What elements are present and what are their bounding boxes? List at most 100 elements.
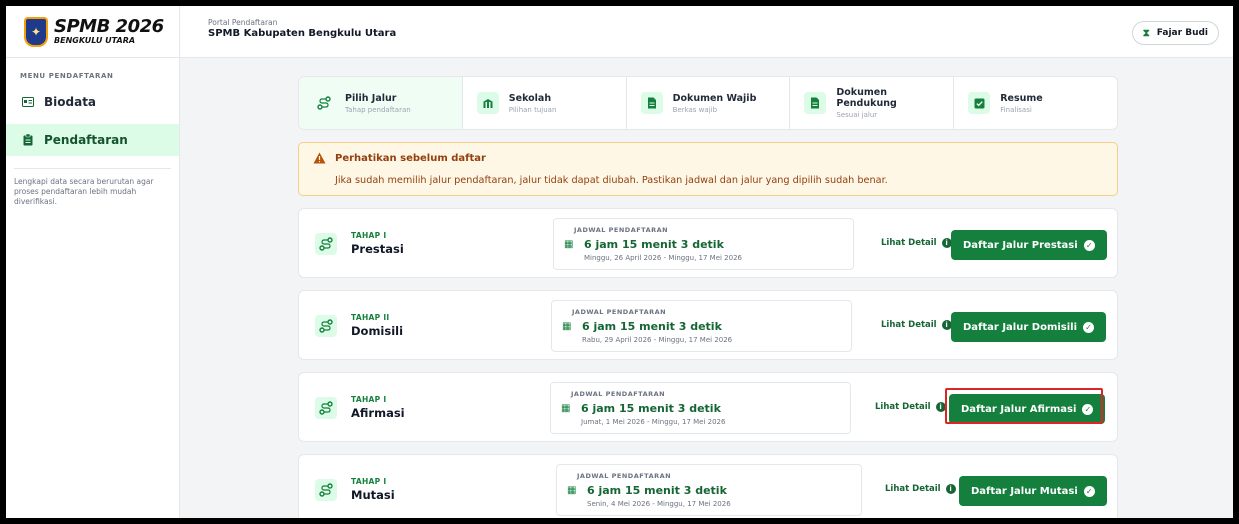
step-pilih-jalur[interactable]: Pilih Jalur Tahap pendaftaran <box>299 77 463 129</box>
route-name: Afirmasi <box>351 406 405 420</box>
daftar-jalur-mutasi-button[interactable]: Daftar Jalur Mutasi ✓ <box>959 476 1107 506</box>
step-dokumen-wajib[interactable]: Dokumen Wajib Berkas wajib <box>627 77 791 129</box>
sidebar-note: Lengkapi data secara berurutan agar pros… <box>14 177 154 206</box>
countdown: 6 jam 15 menit 3 detik <box>581 402 721 415</box>
route-name: Mutasi <box>351 488 395 502</box>
step-subtitle: Sesuai jalur <box>836 111 878 119</box>
info-icon: i <box>945 484 956 494</box>
step-subtitle: Berkas wajib <box>672 105 718 114</box>
route-stage: TAHAP I <box>351 231 387 240</box>
step-title: Sekolah <box>508 92 552 104</box>
brand-subtitle: BENGKULU UTARA <box>54 36 136 45</box>
lihat-detail-link[interactable]: Lihat Detail i <box>881 320 952 330</box>
route-stage: TAHAP II <box>351 313 390 322</box>
emblem-icon: ✦ <box>24 16 48 47</box>
schedule-box: JADWAL PENDAFTARAN ▦ 6 jam 15 menit 3 de… <box>556 464 862 516</box>
button-label: Daftar Jalur Mutasi <box>971 485 1078 497</box>
route-stage: TAHAP I <box>351 395 387 404</box>
schedule-dates: Rabu, 29 April 2026 - Minggu, 17 Mei 202… <box>582 336 733 344</box>
selection-highlight <box>945 388 1103 424</box>
schedule-label: JADWAL PENDAFTARAN <box>572 308 667 316</box>
route-card-prestasi: TAHAP I Prestasi JADWAL PENDAFTARAN ▦ 6 … <box>298 208 1118 278</box>
schedule-box: JADWAL PENDAFTARAN ▦ 6 jam 15 menit 3 de… <box>550 382 851 434</box>
calendar-icon: ▦ <box>562 321 572 332</box>
id-card-icon <box>22 96 34 108</box>
step-resume[interactable]: Resume Finalisasi <box>954 77 1117 129</box>
warning-title: Perhatikan sebelum daftar <box>335 153 486 164</box>
schedule-label: JADWAL PENDAFTARAN <box>574 226 669 234</box>
brand-logo[interactable]: ✦ SPMB 2026 BENGKULU UTARA <box>6 6 179 58</box>
schedule-dates: Senin, 4 Mei 2026 - Minggu, 17 Mei 2026 <box>587 500 731 508</box>
page-title: SPMB Kabupaten Bengkulu Utara <box>208 28 397 39</box>
button-label: Daftar Jalur Prestasi <box>963 239 1078 251</box>
route-name: Prestasi <box>351 242 404 256</box>
route-icon <box>315 315 337 337</box>
step-subtitle: Finalisasi <box>1000 105 1032 114</box>
sidebar: ✦ SPMB 2026 BENGKULU UTARA MENU PENDAFTA… <box>6 6 180 518</box>
countdown: 6 jam 15 menit 3 detik <box>587 484 727 497</box>
warning-triangle-icon <box>313 152 326 168</box>
sidebar-item-pendaftaran[interactable]: Pendaftaran <box>6 124 179 156</box>
check-circle-icon: ✓ <box>1083 321 1095 333</box>
schedule-dates: Minggu, 26 April 2026 - Minggu, 17 Mei 2… <box>584 254 742 262</box>
warning-text: Jika sudah memilih jalur pendaftaran, ja… <box>335 175 888 186</box>
schedule-label: JADWAL PENDAFTARAN <box>571 390 666 398</box>
sidebar-item-label: Biodata <box>44 95 97 109</box>
hourglass-icon: ⧗ <box>1142 27 1150 39</box>
step-subtitle: Tahap pendaftaran <box>345 105 411 114</box>
top-bar: Portal Pendaftaran SPMB Kabupaten Bengku… <box>180 6 1233 58</box>
step-subtitle: Pilihan tujuan <box>508 105 557 114</box>
calendar-icon: ▦ <box>561 403 571 414</box>
document-icon <box>804 92 827 114</box>
step-title: Pilih Jalur <box>345 92 397 104</box>
lihat-detail-link[interactable]: Lihat Detail i <box>881 238 952 248</box>
step-title: Dokumen Wajib <box>672 92 757 104</box>
brand-title: SPMB 2026 <box>54 16 164 37</box>
step-title: Dokumen Pendukung <box>836 87 897 109</box>
sidebar-item-biodata[interactable]: Biodata <box>6 86 179 118</box>
step-dokumen-pendukung[interactable]: Dokumen Pendukung Sesuai jalur <box>790 77 955 129</box>
schedule-label: JADWAL PENDAFTARAN <box>577 472 672 480</box>
school-icon <box>476 92 499 114</box>
route-card-domisili: TAHAP II Domisili JADWAL PENDAFTARAN ▦ 6… <box>298 290 1118 360</box>
detail-label: Lihat Detail <box>881 238 937 248</box>
check-circle-icon: ✓ <box>1083 485 1095 497</box>
warning-alert: Perhatikan sebelum daftar Jika sudah mem… <box>298 142 1118 196</box>
lihat-detail-link[interactable]: Lihat Detail i <box>875 402 946 412</box>
route-icon <box>315 233 337 255</box>
calendar-icon: ▦ <box>564 239 574 250</box>
calendar-icon: ▦ <box>567 485 577 496</box>
detail-label: Lihat Detail <box>881 320 937 330</box>
check-circle-icon: ✓ <box>1083 239 1095 251</box>
sidebar-item-label: Pendaftaran <box>44 133 128 147</box>
schedule-box: JADWAL PENDAFTARAN ▦ 6 jam 15 menit 3 de… <box>551 300 852 352</box>
check-square-icon <box>968 92 991 114</box>
schedule-dates: Jumat, 1 Mei 2026 - Minggu, 17 Mei 2026 <box>581 418 726 426</box>
route-card-mutasi: TAHAP I Mutasi JADWAL PENDAFTARAN ▦ 6 ja… <box>298 454 1118 518</box>
menu-heading: MENU PENDAFTARAN <box>20 72 114 80</box>
route-icon <box>315 397 337 419</box>
schedule-box: JADWAL PENDAFTARAN ▦ 6 jam 15 menit 3 de… <box>553 218 854 270</box>
daftar-jalur-prestasi-button[interactable]: Daftar Jalur Prestasi ✓ <box>951 230 1107 260</box>
registration-stepper: Pilih Jalur Tahap pendaftaran Sekolah Pi… <box>298 76 1118 130</box>
step-sekolah[interactable]: Sekolah Pilihan tujuan <box>463 77 627 129</box>
route-icon <box>315 479 337 501</box>
step-title: Resume <box>1000 92 1043 104</box>
app-window: ✦ SPMB 2026 BENGKULU UTARA MENU PENDAFTA… <box>6 6 1233 518</box>
user-menu-button[interactable]: ⧗ Fajar Budi <box>1131 21 1219 45</box>
route-name: Domisili <box>351 324 404 338</box>
document-icon <box>640 92 663 114</box>
user-name: Fajar Budi <box>1156 28 1208 38</box>
route-stage: TAHAP I <box>351 477 387 486</box>
clipboard-icon <box>22 134 34 146</box>
lihat-detail-link[interactable]: Lihat Detail i <box>885 484 956 494</box>
portal-label: Portal Pendaftaran <box>208 18 278 27</box>
button-label: Daftar Jalur Domisili <box>963 321 1078 333</box>
route-card-afirmasi: TAHAP I Afirmasi JADWAL PENDAFTARAN ▦ 6 … <box>298 372 1118 442</box>
detail-label: Lihat Detail <box>875 402 931 412</box>
daftar-jalur-domisili-button[interactable]: Daftar Jalur Domisili ✓ <box>951 312 1107 342</box>
countdown: 6 jam 15 menit 3 detik <box>584 238 724 251</box>
route-icon <box>313 92 335 114</box>
main-content: Pilih Jalur Tahap pendaftaran Sekolah Pi… <box>298 76 1118 518</box>
detail-label: Lihat Detail <box>885 484 941 494</box>
